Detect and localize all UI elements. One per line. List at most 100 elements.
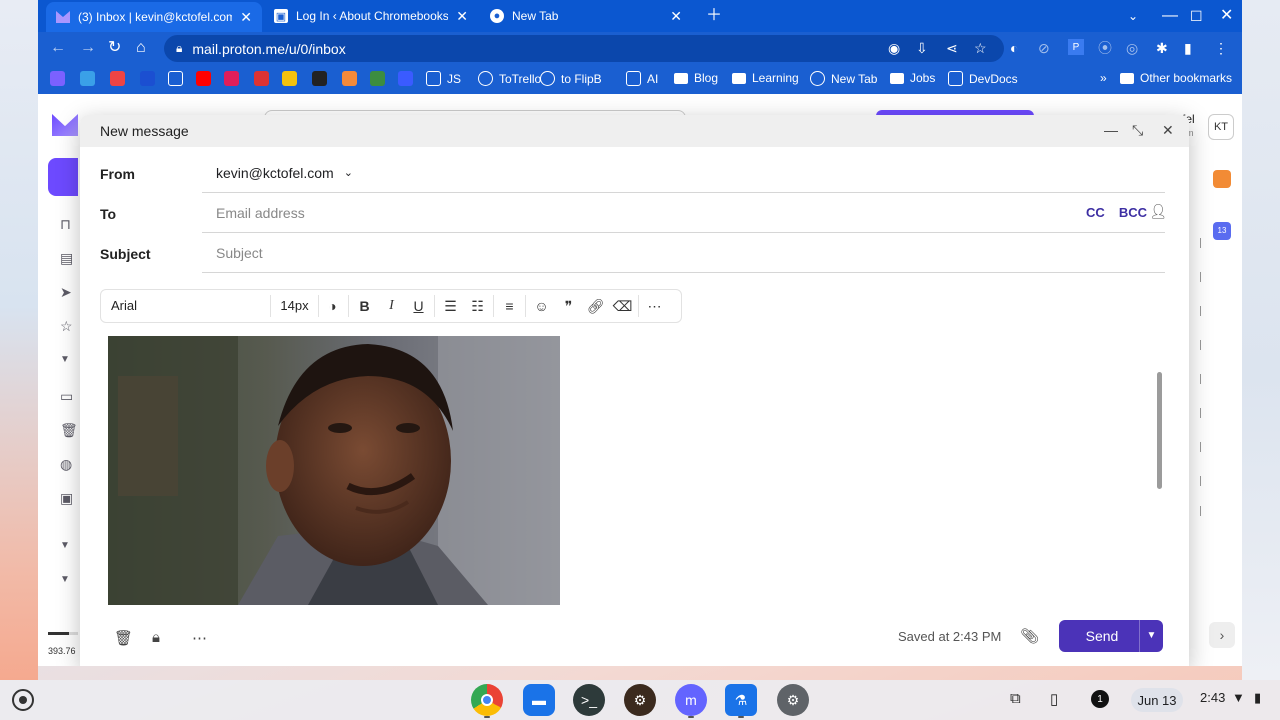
bookmark-item[interactable] [168,71,183,86]
sent-icon[interactable]: ➤ [60,284,72,301]
link-icon[interactable]: 🔗︎ [582,298,609,315]
lab-icon[interactable]: ⚗ [725,684,757,716]
star-icon[interactable]: ☆ [974,39,987,57]
more-icon[interactable]: ⋯ [192,629,207,647]
inline-image[interactable] [108,336,560,605]
archive-icon[interactable]: ▭ [60,388,73,405]
numbered-list-icon[interactable]: ☷ [464,298,491,315]
chrome-icon[interactable] [471,684,503,716]
spam-icon[interactable]: ◍ [60,456,72,473]
quote-icon[interactable]: ❞ [555,298,582,315]
attachment-icon[interactable]: 📎︎ [1020,627,1039,645]
date-pill[interactable]: Jun 13 [1131,688,1183,712]
eraser-icon[interactable]: ⌫ [609,298,636,315]
forward-icon[interactable]: → [80,38,96,58]
tab-inbox[interactable]: (3) Inbox | kevin@kctofel.com | P ✕ [46,2,262,32]
close-icon[interactable]: ✕ [1162,122,1174,139]
minimize-icon[interactable]: — [1104,122,1118,138]
bookmark-item[interactable]: Blog [674,71,718,85]
screenshot-icon[interactable]: ⧉ [1010,690,1021,707]
bookmark-item[interactable]: DevDocs [948,71,1018,86]
bookmark-item[interactable] [370,71,385,86]
bookmark-item[interactable] [312,71,327,86]
bookmark-item[interactable] [140,71,155,86]
caret-down-icon[interactable]: ▼ [1139,620,1163,652]
menu-icon[interactable]: ⋮ [1214,39,1228,57]
contrast-icon[interactable]: ◑ [319,298,346,314]
bullet-list-icon[interactable]: ☰ [437,298,464,315]
caret-down-icon[interactable]: ▼ [60,574,70,585]
bookmark-item[interactable] [224,71,239,86]
other-bookmarks[interactable]: Other bookmarks [1120,71,1232,85]
eye-icon[interactable]: ◉ [888,39,900,57]
bookmark-item[interactable] [80,71,95,86]
send-button[interactable]: Send ▼ [1059,620,1163,652]
battery-icon[interactable]: ▮ [1254,690,1261,706]
bookmark-item[interactable] [282,71,297,86]
trash-icon[interactable]: 🗑︎ [114,629,133,647]
mastodon-icon[interactable]: m [675,684,707,716]
install-icon[interactable]: ⇩ [916,39,928,57]
extension-icon[interactable]: ⦿ [1098,39,1112,57]
new-tab-icon[interactable]: ＋ [706,6,722,26]
extension-icon[interactable]: ◐ [1010,39,1018,57]
address-bar[interactable]: 🔒︎ mail.proton.me/u/0/inbox [164,35,1004,62]
puzzle-icon[interactable]: ✱ [1156,39,1168,57]
settings-icon[interactable]: ⚙ [777,684,809,716]
tab-new-tab[interactable]: ● New Tab ✕ [480,0,692,32]
phone-hub-icon[interactable]: ▯ [1050,690,1058,708]
lock-icon[interactable]: 🔒︎ [152,629,160,646]
font-select[interactable]: Arial [101,295,271,317]
more-icon[interactable]: ⋯ [641,298,668,315]
wifi-icon[interactable]: ▼ [1232,690,1245,705]
bookmark-item[interactable] [254,71,269,86]
bold-icon[interactable]: B [351,298,378,314]
more-bookmarks-icon[interactable]: » [1100,71,1107,85]
expand-icon[interactable]: ⤡ [1132,122,1143,139]
scrollbar[interactable] [1157,372,1162,489]
font-size-select[interactable]: 14px [271,295,319,317]
bookmark-item[interactable]: AI [626,71,658,86]
new-message-button[interactable] [48,158,78,196]
minimize-icon[interactable]: — [1162,6,1178,26]
bookmark-item[interactable]: Jobs [890,71,935,85]
inbox-icon[interactable]: ⊓ [60,216,71,233]
bookmark-item[interactable]: to FlipB [540,71,602,86]
calendar-icon[interactable]: 13 [1213,222,1231,240]
all-mail-icon[interactable]: ▣ [60,490,73,507]
chevron-down-icon[interactable]: ⌄ [1128,6,1138,26]
bookmark-item[interactable] [50,71,65,86]
bookmark-item[interactable] [110,71,125,86]
back-icon[interactable]: ← [50,38,66,58]
avatar[interactable]: KT [1208,114,1234,140]
app-icon[interactable]: ⚙ [624,684,656,716]
home-icon[interactable]: ⌂ [136,38,146,58]
chevron-right-icon[interactable]: › [1209,622,1235,648]
add-contact-icon[interactable]: 👤︎ [1149,203,1167,220]
bookmark-item[interactable] [196,71,211,86]
bookmark-item[interactable] [398,71,413,86]
subject-field[interactable]: Subject [202,233,1165,273]
launcher-icon[interactable] [12,689,34,711]
to-field[interactable]: Email address CC BCC 👤︎ [202,193,1167,233]
close-icon[interactable]: ✕ [240,9,252,26]
share-icon[interactable]: ⋖ [946,39,958,57]
clock[interactable]: 2:43 [1200,690,1225,705]
notification-badge[interactable]: 1 [1091,690,1109,708]
contacts-icon[interactable] [1213,170,1231,188]
from-select[interactable]: kevin@kctofel.com ⌄ [202,153,1165,193]
italic-icon[interactable]: I [378,298,405,314]
caret-down-icon[interactable]: ▼ [60,540,70,551]
bookmark-item[interactable]: Learning [732,71,799,85]
emoji-icon[interactable]: ☺ [528,298,555,314]
close-window-icon[interactable]: ✕ [1220,6,1233,26]
starred-icon[interactable]: ☆ [60,318,73,335]
align-icon[interactable]: ≡ [496,298,523,314]
reload-icon[interactable]: ↻ [108,38,121,58]
extension-icon[interactable]: ◎ [1126,39,1138,57]
tab-login[interactable]: ▣ Log In ‹ About Chromebooks — W ✕ [264,0,478,32]
bookmark-item[interactable]: JS [426,71,461,86]
close-icon[interactable]: ✕ [670,8,682,25]
bcc-button[interactable]: BCC [1119,205,1147,220]
caret-down-icon[interactable]: ▼ [60,354,70,365]
